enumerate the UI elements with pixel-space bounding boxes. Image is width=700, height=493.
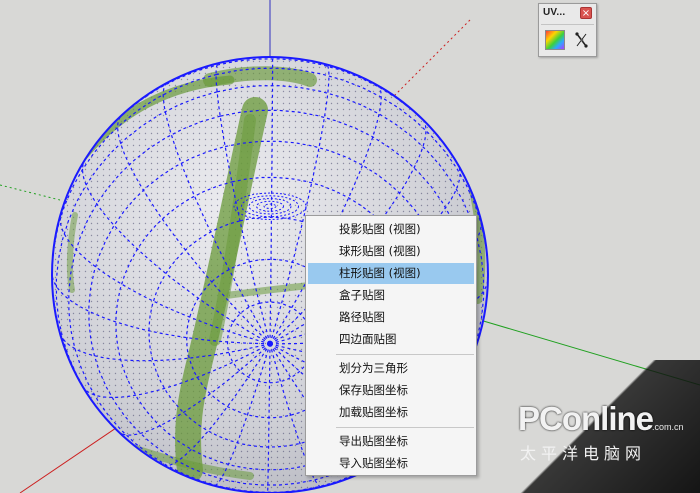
menu-item[interactable]: 导出贴图坐标 xyxy=(308,431,474,452)
menu-item[interactable]: 四边面贴图 xyxy=(308,329,474,350)
color-texture-icon[interactable] xyxy=(545,30,565,50)
uv-pin-tool-icon[interactable] xyxy=(572,30,592,50)
menu-item[interactable]: 保存贴图坐标 xyxy=(308,380,474,401)
menu-item[interactable]: 导入贴图坐标 xyxy=(308,453,474,474)
uv-context-menu: 投影贴图 (视图) 球形贴图 (视图) 柱形贴图 (视图) 盒子贴图 路径贴图 四边面贴图… xyxy=(305,215,477,476)
menu-item[interactable]: 盒子贴图 xyxy=(308,285,474,306)
watermark-chinese-name: 太平洋电脑网 xyxy=(520,444,647,463)
axis-green-dotted xyxy=(0,184,61,201)
watermark-domain: .com.cn xyxy=(652,422,684,432)
uv-panel-divider xyxy=(541,24,594,25)
menu-separator xyxy=(336,427,474,428)
uv-tools-panel: UV... × xyxy=(538,3,597,57)
menu-item[interactable]: 加载贴图坐标 xyxy=(308,402,474,423)
menu-item[interactable]: 投影贴图 (视图) xyxy=(308,219,474,240)
watermark-logo: PConline xyxy=(518,400,654,437)
modeling-viewport[interactable]: UV... × 投影贴图 (视图) 球形贴图 (视图) 柱形贴图 (视图) 盒子贴图路… xyxy=(0,0,700,493)
menu-item[interactable]: 球形贴图 (视图) xyxy=(308,241,474,262)
menu-item[interactable]: 柱形贴图 (视图) xyxy=(308,263,474,284)
uv-panel-close-button[interactable]: × xyxy=(580,7,592,19)
menu-item[interactable]: 路径贴图 xyxy=(308,307,474,328)
axis-red-dotted xyxy=(384,19,471,106)
menu-separator xyxy=(336,354,474,355)
pconline-watermark: PConline .com.cn 太平洋电脑网 xyxy=(500,360,700,493)
uv-panel-title: UV... xyxy=(543,7,566,18)
menu-item[interactable]: 划分为三角形 xyxy=(308,358,474,379)
